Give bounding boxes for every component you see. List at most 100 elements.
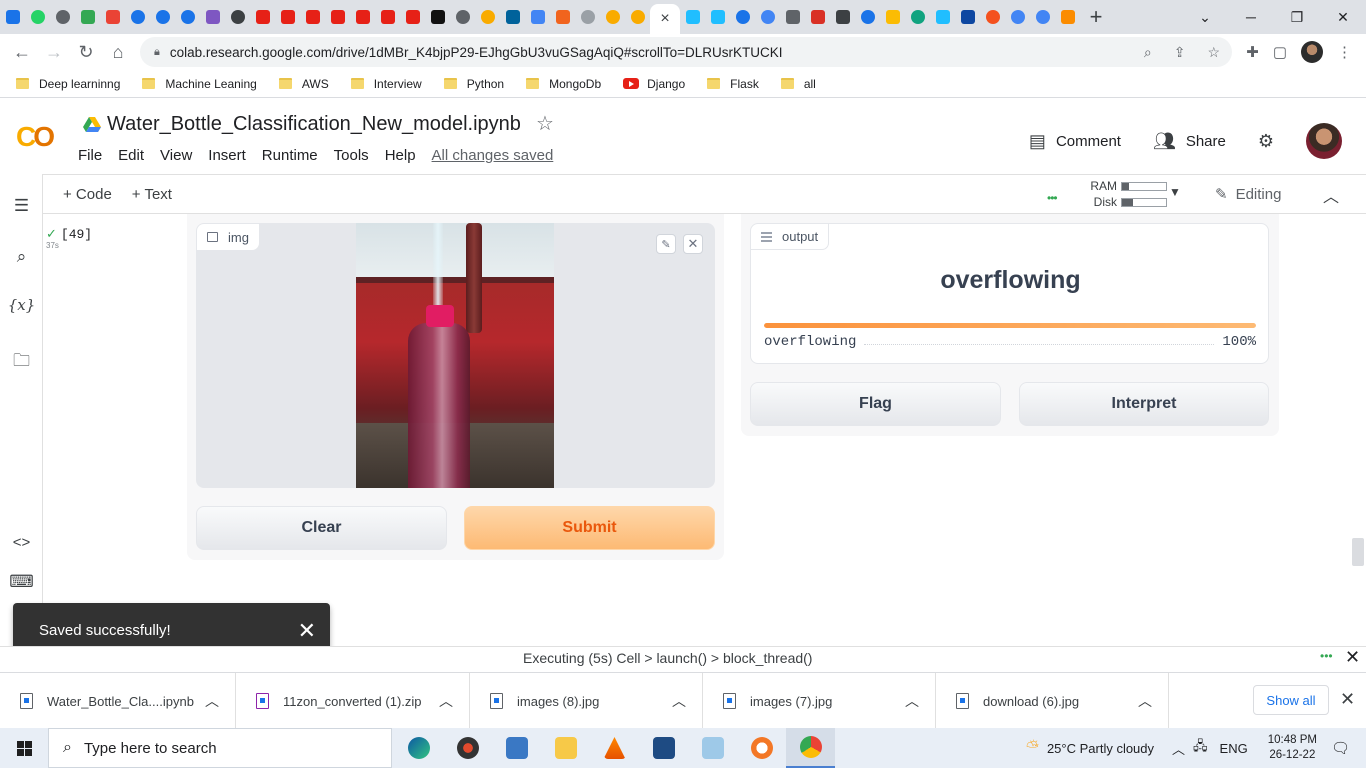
close-status-icon[interactable]: ✕ xyxy=(1345,647,1360,668)
menu-edit[interactable]: Edit xyxy=(118,147,144,164)
tab-favicon-colab[interactable] xyxy=(600,0,625,34)
tab-favicon-youtube[interactable] xyxy=(275,0,300,34)
vscode-icon[interactable] xyxy=(639,728,688,768)
chevron-up-icon[interactable]: ︿ xyxy=(439,691,453,711)
restore-icon[interactable]: ❐ xyxy=(1274,0,1320,34)
settings-button[interactable]: ⚙ xyxy=(1258,131,1284,152)
tab-favicon-hackernews[interactable] xyxy=(425,0,450,34)
menu-insert[interactable]: Insert xyxy=(208,147,246,164)
tab-favicon-e[interactable] xyxy=(550,0,575,34)
menu-view[interactable]: View xyxy=(160,147,192,164)
home-icon[interactable]: ⌂ xyxy=(102,36,134,68)
cell-execution-indicator[interactable]: ✓ [49] 37s xyxy=(46,226,92,250)
tab-favicon-infinity[interactable] xyxy=(575,0,600,34)
active-tab[interactable]: × xyxy=(650,4,680,34)
download-item[interactable]: Water_Bottle_Cla....ipynb ︿ xyxy=(0,673,236,729)
menu-runtime[interactable]: Runtime xyxy=(262,147,318,164)
menu-help[interactable]: Help xyxy=(385,147,416,164)
file-explorer-icon[interactable] xyxy=(541,728,590,768)
command-palette-icon[interactable]: ⌨︎ xyxy=(0,572,43,592)
star-icon[interactable]: ☆ xyxy=(536,111,554,136)
tab-favicon-openai[interactable] xyxy=(225,0,250,34)
variables-icon[interactable]: {x} xyxy=(0,296,43,314)
tab-favicon-google[interactable] xyxy=(1030,0,1055,34)
side-panel-icon[interactable]: ▢ xyxy=(1273,43,1287,61)
tab-favicon-openai[interactable] xyxy=(905,0,930,34)
network-icon[interactable]: 🖧︎ xyxy=(1193,737,1208,759)
bookmark-folder[interactable]: all xyxy=(780,77,816,91)
address-bar[interactable]: 🔒︎ colab.research.google.com/drive/1dMBr… xyxy=(140,37,1232,67)
bookmark-folder[interactable]: MongoDb xyxy=(526,77,601,91)
download-item[interactable]: 11zon_converted (1).zip ︿ xyxy=(236,673,470,729)
chevron-up-icon[interactable]: ︿ xyxy=(672,691,686,711)
tab-favicon-c[interactable] xyxy=(980,0,1005,34)
reload-icon[interactable]: ↻ xyxy=(70,36,102,68)
pc-icon[interactable] xyxy=(492,728,541,768)
clear-image-icon[interactable]: ✕ xyxy=(683,234,703,254)
save-status-link[interactable]: All changes saved xyxy=(432,147,554,164)
zoom-icon[interactable]: ⌕ xyxy=(1144,44,1152,61)
tab-favicon-c[interactable] xyxy=(450,0,475,34)
tab-favicon-bookmark[interactable] xyxy=(805,0,830,34)
tab-favicon-k[interactable] xyxy=(705,0,730,34)
tab-favicon-google[interactable] xyxy=(755,0,780,34)
weather-text[interactable]: 25°C Partly cloudy xyxy=(1047,741,1154,756)
close-shelf-icon[interactable]: ✕ xyxy=(1340,689,1355,710)
chrome-menu-icon[interactable]: ⋮ xyxy=(1337,43,1352,61)
bookmark-folder[interactable]: Interview xyxy=(350,77,422,91)
new-tab-button[interactable]: + xyxy=(1080,4,1112,30)
tab-favicon-doc[interactable] xyxy=(780,0,805,34)
comment-button[interactable]: ▤ Comment xyxy=(1029,131,1121,152)
add-text-button[interactable]: + Text xyxy=(132,186,172,203)
scrollbar-thumb[interactable] xyxy=(1352,538,1364,566)
code-snippets-icon[interactable]: <> xyxy=(0,534,43,551)
tab-favicon-moon[interactable] xyxy=(150,0,175,34)
chrome-icon[interactable] xyxy=(786,728,835,768)
bookmark-folder[interactable]: AWS xyxy=(278,77,329,91)
download-item[interactable]: images (8).jpg ︿ xyxy=(470,673,703,729)
interpret-button[interactable]: Interpret xyxy=(1019,382,1269,426)
close-toast-icon[interactable]: ✕ xyxy=(298,618,316,644)
tab-favicon-scholar[interactable] xyxy=(525,0,550,34)
tray-chevron-icon[interactable]: ︿ xyxy=(1172,739,1185,758)
table-of-contents-icon[interactable]: ☰ xyxy=(0,196,43,216)
search-icon[interactable]: ⌕ xyxy=(0,247,43,267)
bookmark-folder[interactable]: Flask xyxy=(707,77,759,91)
vlc-icon[interactable] xyxy=(590,728,639,768)
collapse-header-icon[interactable]: ︿ xyxy=(1323,183,1339,207)
profile-avatar[interactable] xyxy=(1301,41,1323,63)
url-text[interactable]: colab.research.google.com/drive/1dMBr_K4… xyxy=(170,45,783,60)
chevron-up-icon[interactable]: ︿ xyxy=(905,691,919,711)
tab-favicon-moon[interactable] xyxy=(125,0,150,34)
tab-search-chevron-icon[interactable]: ⌄ xyxy=(1182,0,1228,34)
tab-favicon-c[interactable] xyxy=(730,0,755,34)
tab-favicon-colab[interactable] xyxy=(475,0,500,34)
tab-favicon-youtube[interactable] xyxy=(375,0,400,34)
tab-favicon-youtube[interactable] xyxy=(250,0,275,34)
tab-favicon-chart[interactable] xyxy=(830,0,855,34)
bookmark-star-icon[interactable]: ☆ xyxy=(1207,44,1220,61)
bookmark-folder[interactable]: Machine Leaning xyxy=(142,77,257,91)
close-window-icon[interactable]: ✕ xyxy=(1320,0,1366,34)
tab-favicon-drive[interactable] xyxy=(75,0,100,34)
colab-logo-icon[interactable]: CO xyxy=(16,121,55,153)
submit-button[interactable]: Submit xyxy=(464,506,715,550)
flag-button[interactable]: Flag xyxy=(750,382,1001,426)
google-drive-icon[interactable] xyxy=(83,117,101,133)
menu-tools[interactable]: Tools xyxy=(334,147,369,164)
tab-favicon-download[interactable] xyxy=(0,0,25,34)
download-item[interactable]: download (6).jpg ︿ xyxy=(936,673,1169,729)
forward-icon[interactable]: → xyxy=(38,36,70,68)
notebook-title[interactable]: Water_Bottle_Classification_New_model.ip… xyxy=(107,113,521,136)
clear-button[interactable]: Clear xyxy=(196,506,447,550)
extensions-icon[interactable]: ✚ xyxy=(1246,43,1259,61)
language-indicator[interactable]: ENG xyxy=(1220,741,1248,756)
share-page-icon[interactable]: ⇪ xyxy=(1174,44,1186,61)
tab-favicon-whatsapp[interactable] xyxy=(25,0,50,34)
edit-image-icon[interactable]: ✎ xyxy=(656,234,676,254)
snowflake-app-icon[interactable] xyxy=(688,728,737,768)
bookmark-folder[interactable]: Deep learninng xyxy=(16,77,120,91)
tab-favicon-moon[interactable] xyxy=(175,0,200,34)
tab-favicon-globe[interactable] xyxy=(50,0,75,34)
edge-icon[interactable] xyxy=(394,728,443,768)
